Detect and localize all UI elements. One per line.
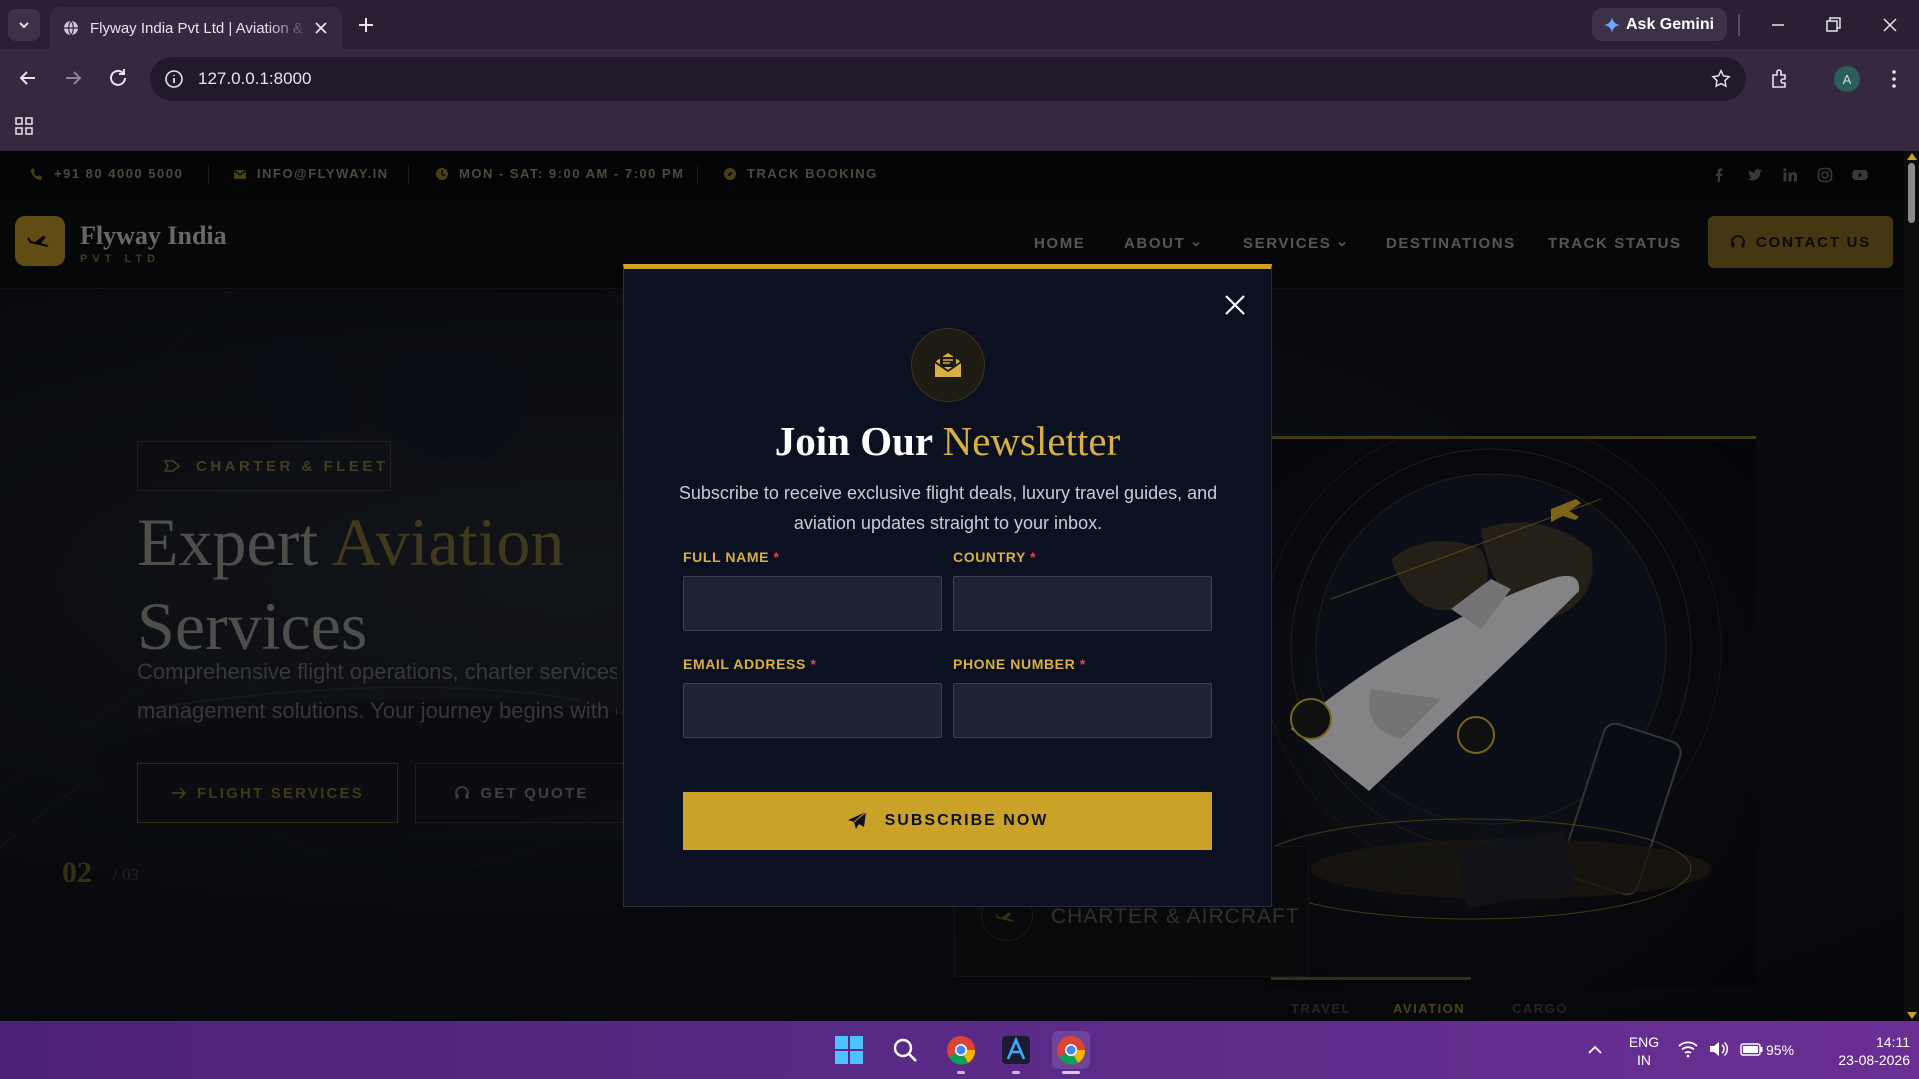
close-icon[interactable] <box>1222 292 1248 318</box>
extensions-icon[interactable] <box>1768 67 1792 91</box>
time-text: 14:11 <box>1876 1034 1910 1050</box>
windows-logo-icon <box>835 1036 863 1064</box>
modal-title-highlight: Newsletter <box>942 418 1121 464</box>
volume-icon[interactable] <box>1708 1040 1728 1058</box>
bookmark-star-icon[interactable] <box>1710 68 1732 90</box>
country-label: COUNTRY * <box>953 549 1036 565</box>
email-label: EMAIL ADDRESS * <box>683 656 817 672</box>
globe-icon <box>64 20 78 36</box>
close-window-icon[interactable] <box>1878 13 1902 37</box>
battery-icon[interactable] <box>1740 1041 1764 1057</box>
phone-label-text: PHONE NUMBER <box>953 656 1076 672</box>
clock[interactable]: 14:11 23-08-2026 <box>1810 1033 1910 1069</box>
country-label-text: COUNTRY <box>953 549 1026 565</box>
email-label-text: EMAIL ADDRESS <box>683 656 806 672</box>
subscribe-button[interactable]: SUBSCRIBE NOW <box>683 792 1212 850</box>
app-a-icon <box>1002 1036 1030 1064</box>
chevron-down-icon <box>19 22 29 29</box>
chrome-taskbar-button[interactable] <box>942 1031 980 1069</box>
ask-gemini-label: Ask Gemini <box>1626 15 1715 33</box>
search-button[interactable] <box>886 1031 924 1069</box>
subscribe-label: SUBSCRIBE NOW <box>884 812 1049 829</box>
modal-title-part: Join Our <box>774 418 943 464</box>
close-tab-icon[interactable] <box>312 19 330 37</box>
input-language[interactable]: ENG IN <box>1626 1033 1662 1069</box>
required-mark: * <box>773 549 780 565</box>
url-text[interactable]: 127.0.0.1:8000 <box>198 69 311 89</box>
required-mark: * <box>810 656 817 672</box>
chevron-up-icon[interactable] <box>1586 1041 1604 1059</box>
start-button[interactable] <box>830 1031 868 1069</box>
tab-search-button[interactable] <box>8 9 40 41</box>
more-menu-icon[interactable] <box>1882 67 1906 91</box>
phone-label: PHONE NUMBER * <box>953 656 1086 672</box>
email-input[interactable] <box>683 683 942 738</box>
windows-taskbar: ENG IN 95% 14:11 23-08-2026 <box>0 1021 1919 1079</box>
scrollbar-thumb[interactable] <box>1908 163 1915 223</box>
ask-gemini-button[interactable]: Ask Gemini <box>1592 8 1727 41</box>
divider <box>1738 14 1740 36</box>
running-indicator <box>957 1071 965 1074</box>
profile-avatar[interactable]: A <box>1834 66 1860 92</box>
scroll-down-arrow[interactable] <box>1907 1012 1917 1019</box>
new-tab-icon[interactable] <box>354 13 378 37</box>
search-icon <box>893 1038 917 1062</box>
region-code: IN <box>1637 1052 1651 1068</box>
apps-grid-icon[interactable] <box>14 116 34 136</box>
language-code: ENG <box>1628 1034 1660 1050</box>
tab-title: Flyway India Pvt Ltd | Aviation & Travel <box>90 20 310 37</box>
site-info-icon[interactable] <box>164 69 184 89</box>
required-mark: * <box>1030 549 1037 565</box>
battery-percent: 95% <box>1766 1042 1795 1058</box>
required-mark: * <box>1079 656 1086 672</box>
page-viewport: +91 80 4000 5000 INFO@FLYWAY.IN MON - SA… <box>0 151 1904 1021</box>
address-bar[interactable]: 127.0.0.1:8000 <box>150 57 1746 101</box>
newsletter-icon-circle <box>911 328 985 402</box>
modal-title: Join Our Newsletter <box>624 417 1271 465</box>
paper-plane-icon <box>847 811 866 829</box>
modal-description: Subscribe to receive exclusive flight de… <box>678 483 1218 533</box>
wifi-icon[interactable] <box>1678 1040 1698 1058</box>
gemini-sparkle-icon <box>1604 16 1620 33</box>
chrome-icon <box>947 1036 976 1065</box>
chrome-icon <box>1057 1036 1086 1065</box>
page-scrollbar[interactable] <box>1904 151 1919 1021</box>
full-name-input[interactable] <box>683 576 942 631</box>
chrome-active-taskbar-button[interactable] <box>1052 1031 1090 1069</box>
tab-strip: Flyway India Pvt Ltd | Aviation & Travel… <box>0 0 1919 49</box>
date-text: 23-08-2026 <box>1838 1052 1910 1068</box>
active-indicator <box>1062 1071 1080 1074</box>
back-icon[interactable] <box>16 66 40 90</box>
phone-input[interactable] <box>953 683 1212 738</box>
running-indicator <box>1012 1071 1020 1074</box>
envelope-open-icon <box>934 353 962 377</box>
minimize-icon[interactable] <box>1766 13 1790 37</box>
scroll-up-arrow[interactable] <box>1907 153 1917 160</box>
restore-icon[interactable] <box>1821 13 1845 37</box>
reload-icon[interactable] <box>106 66 130 90</box>
forward-icon[interactable] <box>61 66 85 90</box>
newsletter-modal: Join Our Newsletter Subscribe to receive… <box>623 264 1272 907</box>
full-name-label: FULL NAME * <box>683 549 780 565</box>
active-tab[interactable]: Flyway India Pvt Ltd | Aviation & Travel <box>50 7 342 49</box>
app-taskbar-button[interactable] <box>997 1031 1035 1069</box>
browser-chrome: Flyway India Pvt Ltd | Aviation & Travel… <box>0 0 1919 151</box>
country-input[interactable] <box>953 576 1212 631</box>
full-name-label-text: FULL NAME <box>683 549 770 565</box>
